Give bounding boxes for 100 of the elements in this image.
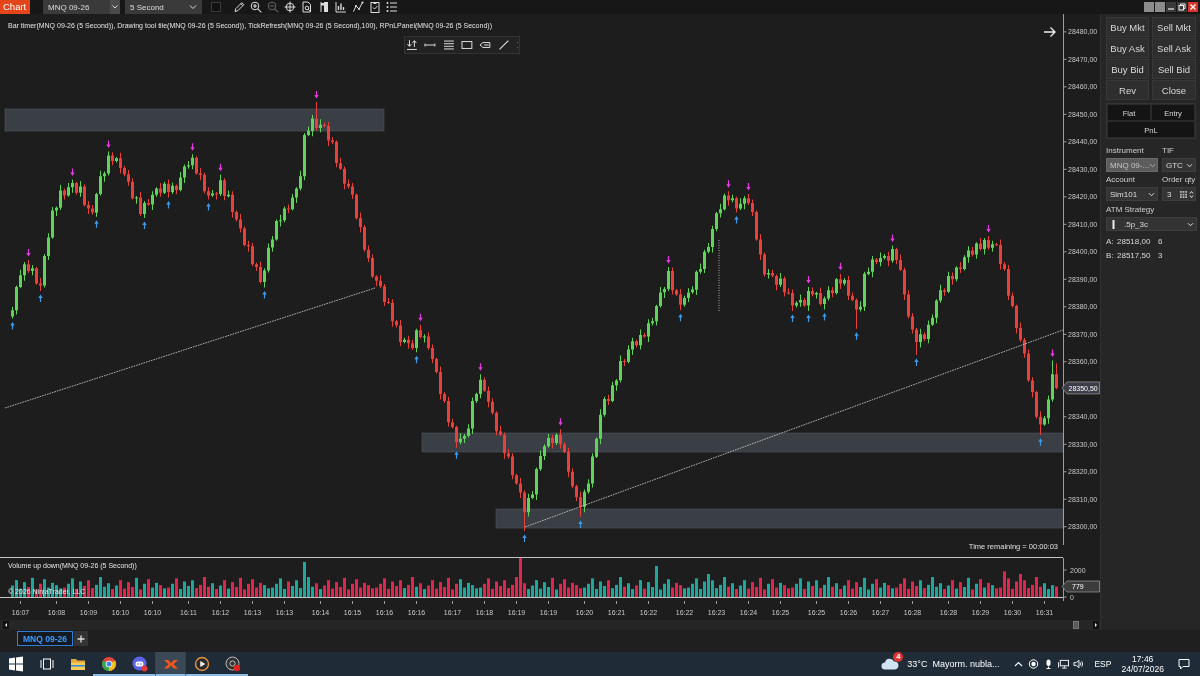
bar	[707, 574, 710, 597]
bar	[1003, 571, 1006, 597]
color-swatch-icon[interactable]	[211, 2, 221, 12]
bar	[355, 579, 358, 597]
bar	[603, 585, 606, 597]
bar	[367, 585, 370, 597]
bar	[107, 583, 110, 597]
candlestick	[507, 449, 510, 459]
scrollbar-thumb[interactable]	[1073, 621, 1079, 629]
bar	[671, 587, 674, 597]
order-button[interactable]: Buy Ask	[1106, 38, 1149, 58]
restore-icon[interactable]	[1177, 2, 1187, 12]
bar	[295, 580, 298, 597]
instrument-dropdown[interactable]: MNQ 09-26	[43, 0, 120, 14]
task-view-icon[interactable]	[38, 656, 55, 672]
right-arrow-icon[interactable]	[1043, 26, 1057, 38]
bar-chart-icon[interactable]	[335, 1, 347, 13]
candlestick	[211, 190, 214, 197]
down-arrow-marker	[558, 418, 563, 426]
bar	[183, 581, 186, 597]
circle-logo-icon	[100, 656, 117, 672]
bar	[819, 588, 822, 597]
interval-dropdown[interactable]: 5 Second	[125, 0, 202, 14]
bar	[203, 577, 206, 597]
bar	[319, 589, 322, 597]
line-chart-icon[interactable]	[352, 1, 364, 13]
order-button[interactable]: Rev	[1106, 80, 1149, 100]
bar	[839, 589, 842, 597]
bar	[303, 561, 306, 597]
bar	[135, 577, 138, 597]
order-button[interactable]: Sell Ask	[1152, 38, 1196, 58]
close-icon[interactable]	[1188, 2, 1198, 12]
clock[interactable]: 17:46 24/07/2026	[1121, 654, 1164, 674]
zoom-in-icon[interactable]	[250, 1, 262, 13]
bar	[727, 586, 730, 597]
scroll-left-icon[interactable]	[3, 621, 9, 629]
bar	[151, 587, 154, 597]
quantity-field[interactable]: 3	[1162, 187, 1196, 201]
candlestick	[859, 301, 862, 312]
order-button[interactable]: Sell Mkt	[1152, 17, 1196, 37]
language-indicator[interactable]: ESP	[1094, 659, 1112, 669]
bar	[431, 580, 434, 597]
spinner-arrows-icon[interactable]	[1189, 189, 1194, 199]
bar	[951, 580, 954, 597]
bar	[155, 582, 158, 597]
bar	[939, 583, 942, 597]
order-button[interactable]: Buy Mkt	[1106, 17, 1149, 37]
bar	[195, 588, 198, 597]
up-down-arrows-icon[interactable]	[406, 39, 418, 51]
speaker-icon[interactable]	[1073, 659, 1085, 669]
order-button[interactable]: Sell Bid	[1152, 59, 1196, 79]
bar	[543, 582, 546, 597]
clipboard-icon[interactable]	[369, 1, 381, 13]
chevron-up-icon[interactable]	[1013, 659, 1025, 669]
temperature-text[interactable]: 33°C	[907, 659, 928, 669]
bar	[875, 579, 878, 597]
down-arrow-marker	[806, 275, 811, 284]
zoom-out-icon[interactable]	[267, 1, 279, 13]
bar	[519, 557, 522, 597]
plus-icon	[76, 634, 85, 643]
bar	[931, 577, 934, 597]
horizontal-lines-icon[interactable]	[442, 39, 455, 51]
list-icon[interactable]	[386, 1, 398, 13]
up-arrow-marker	[734, 216, 739, 224]
network-icon[interactable]	[1058, 659, 1070, 669]
calculator-icon[interactable]	[1180, 190, 1187, 198]
bar	[287, 581, 290, 597]
diagonal-line-icon[interactable]	[497, 39, 510, 51]
pencil-icon[interactable]	[233, 1, 245, 13]
arrow-tag-icon[interactable]	[479, 39, 492, 51]
up-arrow-marker	[206, 203, 211, 211]
dropdown-field[interactable]: Sim101	[1106, 187, 1158, 201]
scroll-right-icon[interactable]	[1093, 621, 1099, 629]
document-search-icon[interactable]	[301, 1, 313, 13]
record-icon[interactable]	[1028, 659, 1040, 669]
order-button[interactable]: Buy Bid	[1106, 59, 1149, 79]
rectangle-icon[interactable]	[461, 39, 473, 51]
order-button[interactable]: Close	[1152, 80, 1196, 100]
weather-condition-text[interactable]: Mayorm. nubla...	[932, 659, 1000, 669]
bar	[259, 582, 262, 597]
bar	[779, 582, 782, 597]
chart-tab[interactable]: MNQ 09-26	[17, 631, 73, 646]
bar	[471, 585, 474, 597]
bar	[863, 577, 866, 597]
down-arrow-marker	[726, 180, 731, 188]
add-tab-button[interactable]	[73, 631, 88, 646]
cloud-icon[interactable]	[881, 658, 900, 670]
horizontal-scrollbar[interactable]	[0, 620, 1100, 630]
flag-icon[interactable]	[318, 1, 330, 13]
windows-logo-icon[interactable]	[7, 656, 24, 672]
minimize-icon[interactable]	[1166, 2, 1176, 12]
down-arrow-marker	[70, 168, 75, 177]
bar	[175, 578, 178, 597]
dropdown-field[interactable]: GTC	[1162, 158, 1196, 172]
bar	[223, 580, 226, 597]
bar	[799, 578, 802, 597]
crosshair-icon[interactable]	[284, 1, 296, 13]
atm-strategy-dropdown[interactable]: .5p_3c	[1106, 217, 1197, 231]
folder-icon	[69, 656, 86, 672]
notification-icon[interactable]	[1178, 658, 1190, 670]
